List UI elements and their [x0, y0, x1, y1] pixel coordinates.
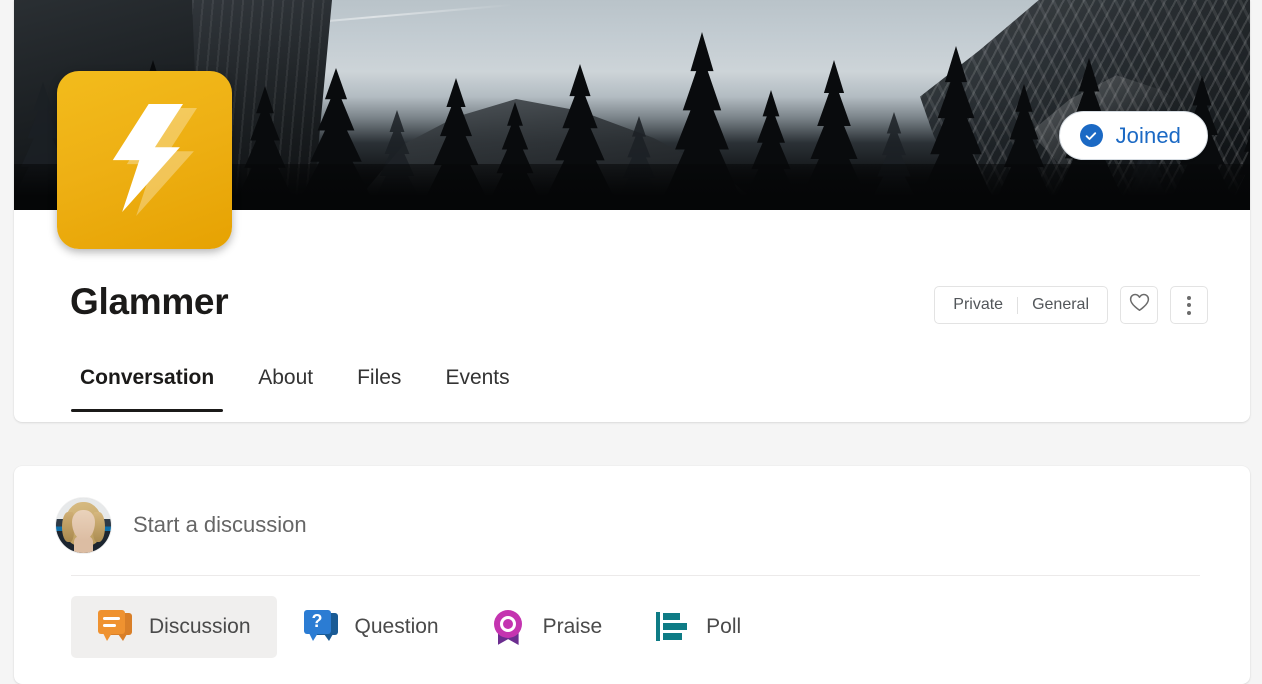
- more-options-button[interactable]: [1170, 286, 1208, 324]
- post-type-label: Praise: [542, 615, 603, 638]
- group-tabs: Conversation About Files Events: [58, 364, 532, 412]
- post-type-poll[interactable]: Poll: [628, 596, 767, 658]
- post-type-label: Poll: [706, 615, 742, 638]
- page-title: Glammer: [70, 281, 229, 322]
- privacy-label[interactable]: Private: [939, 287, 1017, 323]
- post-type-discussion[interactable]: Discussion: [71, 596, 277, 658]
- composer-divider: [71, 575, 1200, 576]
- post-type-selector: Discussion ? Question Praise Poll: [71, 596, 767, 658]
- post-type-question[interactable]: ? Question: [277, 596, 465, 658]
- tab-files[interactable]: Files: [335, 364, 423, 412]
- tab-events[interactable]: Events: [423, 364, 531, 412]
- classification-label[interactable]: General: [1018, 287, 1103, 323]
- more-vertical-icon: [1187, 295, 1191, 315]
- privacy-classification-pill: Private General: [934, 286, 1108, 324]
- composer-header: Start a discussion: [14, 466, 1250, 562]
- poll-bars-icon: [654, 609, 690, 645]
- joined-button[interactable]: Joined: [1058, 111, 1208, 160]
- group-logo: [57, 71, 232, 249]
- tab-label: Files: [357, 366, 402, 389]
- joined-button-label: Joined: [1115, 122, 1181, 148]
- tab-label: About: [258, 366, 314, 389]
- tab-label: Events: [445, 366, 510, 389]
- favorite-button[interactable]: [1120, 286, 1158, 324]
- group-header-card: Joined Glammer Private General Conversat…: [14, 0, 1250, 422]
- post-type-label: Question: [354, 615, 439, 638]
- question-bubble-icon: ?: [303, 609, 339, 645]
- praise-medal-icon: [491, 609, 527, 645]
- start-discussion-input[interactable]: Start a discussion: [133, 512, 307, 538]
- heart-icon: [1129, 293, 1150, 317]
- tab-about[interactable]: About: [236, 364, 335, 412]
- tab-label: Conversation: [80, 366, 215, 389]
- tab-conversation[interactable]: Conversation: [58, 364, 236, 412]
- discussion-bubble-icon: [97, 609, 133, 645]
- post-composer-card: Start a discussion Discussion ? Question…: [14, 466, 1250, 684]
- user-avatar[interactable]: [56, 497, 111, 553]
- post-type-label: Discussion: [149, 615, 251, 638]
- post-type-praise[interactable]: Praise: [465, 596, 629, 658]
- check-circle-icon: [1079, 124, 1103, 147]
- header-actions: Private General: [934, 286, 1208, 324]
